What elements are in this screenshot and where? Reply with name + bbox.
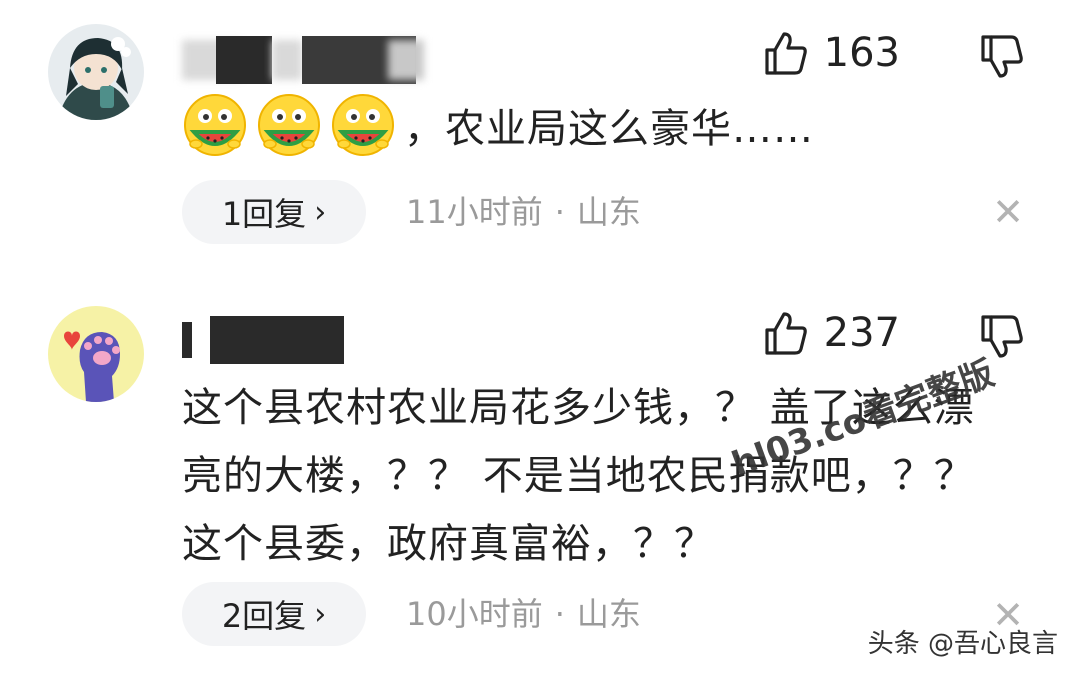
comment-text: ，农业局这么豪华……	[182, 92, 1006, 160]
like-count: 163	[823, 30, 900, 76]
meta-separator: ·	[554, 595, 565, 633]
like-group[interactable]: 163	[764, 30, 900, 76]
avatar[interactable]	[48, 24, 144, 120]
close-icon[interactable]: ✕	[992, 193, 1024, 231]
thumbs-up-icon[interactable]	[764, 310, 808, 356]
reply-count-label: 2回复	[221, 597, 307, 635]
reply-count-button[interactable]: 1回复 ›	[182, 180, 366, 244]
comment-location: 山东	[576, 193, 641, 231]
like-group[interactable]: 237	[764, 310, 900, 356]
username-redacted	[182, 36, 424, 84]
comment-meta: 10小时前 · 山东	[406, 582, 641, 646]
watermelon-emoji-icon	[182, 92, 248, 158]
comment-meta: 11小时前 · 山东	[406, 180, 641, 244]
comment-text-body: ，农业局这么豪华……	[404, 106, 814, 152]
watermelon-emoji-icon	[256, 92, 322, 158]
source-signature: 头条 @吾心良言	[867, 629, 1058, 659]
username-redacted	[182, 316, 352, 364]
chevron-right-icon: ›	[314, 596, 327, 632]
comment-location: 山东	[576, 595, 641, 633]
chevron-right-icon: ›	[314, 194, 327, 230]
thumbs-down-icon[interactable]	[980, 34, 1024, 80]
watermelon-emoji-icon	[330, 92, 396, 158]
reply-count-button[interactable]: 2回复 ›	[182, 582, 366, 646]
reply-count-label: 1回复	[221, 195, 307, 233]
meta-separator: ·	[554, 193, 565, 231]
comment-time: 11小时前	[406, 193, 543, 231]
comment-time: 10小时前	[406, 595, 543, 633]
thumbs-down-icon[interactable]	[980, 314, 1024, 360]
thumbs-up-icon[interactable]	[764, 30, 808, 76]
avatar[interactable]	[48, 306, 144, 402]
like-count: 237	[823, 310, 900, 356]
